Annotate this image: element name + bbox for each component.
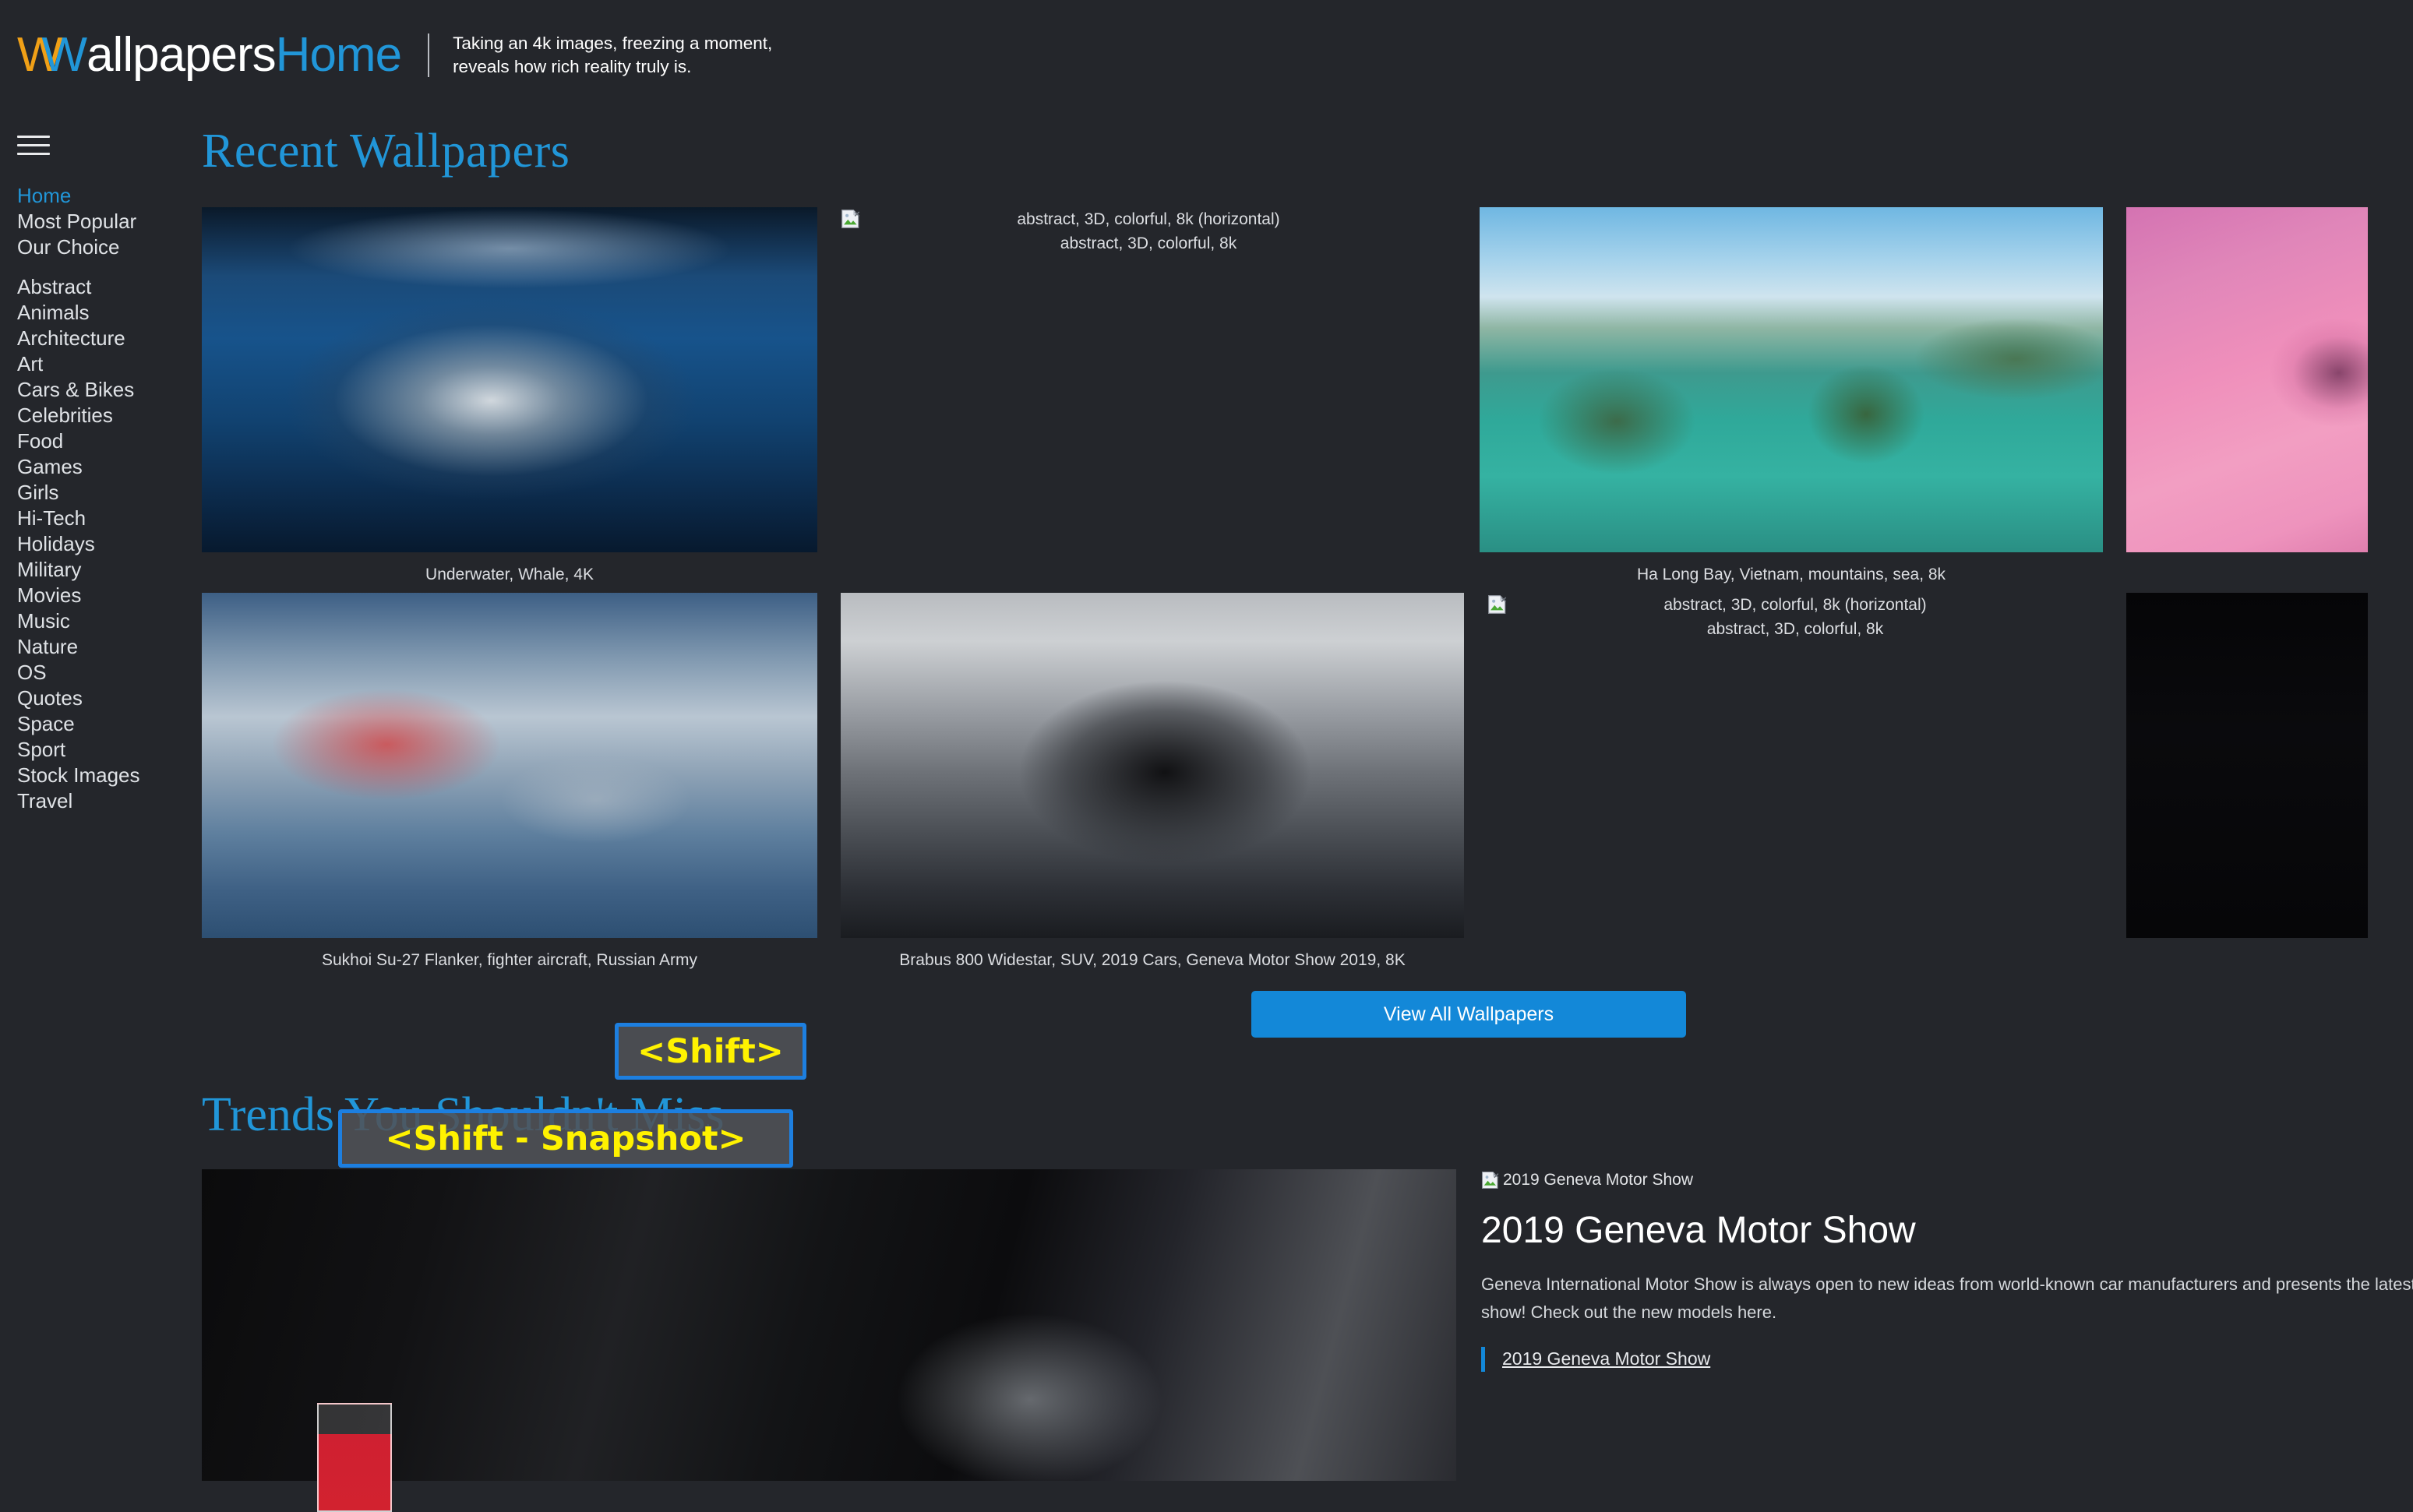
- broken-image-icon: [1488, 595, 1507, 615]
- sidebar-category-nav: Abstract Animals Architecture Art Cars &…: [0, 274, 195, 814]
- shift-key-badge: <Shift>: [615, 1023, 806, 1080]
- page-title: Recent Wallpapers: [202, 125, 570, 178]
- wallpaper-thumbnail-brabus[interactable]: [841, 593, 1464, 939]
- wallpaper-grid-row-2: Sukhoi Su-27 Flanker, fighter aircraft, …: [202, 593, 2413, 972]
- trends-article-alt-text: 2019 Geneva Motor Show: [1503, 1171, 1693, 1190]
- sidebar-item-architecture[interactable]: Architecture: [0, 326, 195, 351]
- trends-article: 2019 Geneva Motor Show 2019 Geneva Motor…: [195, 1169, 2413, 1512]
- trends-article-image[interactable]: [202, 1169, 1456, 1512]
- sidebar-item-cars-bikes[interactable]: Cars & Bikes: [0, 377, 195, 403]
- site-tagline: Taking an 4k images, freezing a moment, …: [453, 32, 772, 78]
- sidebar-item-art[interactable]: Art: [0, 351, 195, 377]
- broken-image-icon: [841, 210, 860, 229]
- wallpaper-caption-halong-bay: Ha Long Bay, Vietnam, mountains, sea, 8k: [1636, 566, 1946, 584]
- view-all-wallpapers-button[interactable]: View All Wallpapers: [1251, 991, 1686, 1038]
- wallpaper-grid: Underwater, Whale, 4K abstract, 3D, colo…: [195, 207, 2413, 972]
- trends-link-accent-bar: [1481, 1346, 1485, 1372]
- sidebar-item-abstract[interactable]: Abstract: [0, 274, 195, 300]
- wallpaper-card-sukhoi[interactable]: Sukhoi Su-27 Flanker, fighter aircraft, …: [202, 593, 817, 972]
- wallpaper-grid-row-1: Underwater, Whale, 4K abstract, 3D, colo…: [202, 207, 2413, 587]
- hamburger-bar-3: [17, 153, 50, 155]
- trends-article-link[interactable]: 2019 Geneva Motor Show: [1502, 1348, 1710, 1369]
- logo-wallpapers-text: allpapers: [86, 28, 277, 82]
- sidebar-item-holidays[interactable]: Holidays: [0, 531, 195, 557]
- wallpaper-thumbnail-halong-bay[interactable]: [1480, 207, 2103, 553]
- wallpaper-card-brabus[interactable]: Brabus 800 Widestar, SUV, 2019 Cars, Gen…: [841, 593, 1464, 972]
- sidebar-item-quotes[interactable]: Quotes: [0, 686, 195, 711]
- sidebar-item-travel[interactable]: Travel: [0, 788, 195, 814]
- logo-divider: [428, 33, 430, 77]
- trends-article-link-row: 2019 Geneva Motor Show: [1481, 1346, 2369, 1372]
- wallpaper-thumbnail-sukhoi[interactable]: [202, 593, 817, 939]
- wallpaper-caption-sukhoi: Sukhoi Su-27 Flanker, fighter aircraft, …: [321, 951, 698, 970]
- sidebar-item-girls[interactable]: Girls: [0, 480, 195, 506]
- sidebar-item-space[interactable]: Space: [0, 711, 195, 737]
- sidebar-item-animals[interactable]: Animals: [0, 300, 195, 326]
- hamburger-bar-2: [17, 144, 50, 146]
- wallpaper-alt-line-2: abstract, 3D, colorful, 8k: [1706, 620, 1884, 639]
- tagline-line-1: Taking an 4k images, freezing a moment,: [453, 33, 773, 54]
- wallpaper-card-abstract-broken-1[interactable]: abstract, 3D, colorful, 8k (horizontal) …: [841, 207, 1456, 256]
- sidebar-item-movies[interactable]: Movies: [0, 583, 195, 608]
- wallpaper-thumbnail-pink-abstract[interactable]: [2126, 207, 2368, 553]
- hamburger-bar-1: [17, 136, 50, 138]
- view-all-row: View All Wallpapers: [195, 991, 2413, 1038]
- sidebar-item-our-choice[interactable]: Our Choice: [0, 234, 195, 260]
- trends-article-alt-row: 2019 Geneva Motor Show: [1481, 1169, 2369, 1191]
- wallpaper-card-abstract-broken-2[interactable]: abstract, 3D, colorful, 8k (horizontal) …: [1487, 593, 2103, 641]
- logo-home-text: Home: [275, 28, 402, 82]
- sidebar-item-food[interactable]: Food: [0, 428, 195, 454]
- sidebar-item-most-popular[interactable]: Most Popular: [0, 209, 195, 234]
- sidebar: Home Most Popular Our Choice Abstract An…: [0, 125, 195, 814]
- tagline-line-2: reveals how rich reality truly is.: [453, 57, 692, 76]
- sidebar-item-games[interactable]: Games: [0, 454, 195, 480]
- trends-article-text: 2019 Geneva Motor Show 2019 Geneva Motor…: [1481, 1169, 2413, 1481]
- sidebar-item-music[interactable]: Music: [0, 608, 195, 634]
- wallpaper-card-black[interactable]: [2126, 593, 2368, 939]
- sidebar-item-sport[interactable]: Sport: [0, 737, 195, 763]
- wallpaper-card-halong-bay[interactable]: Ha Long Bay, Vietnam, mountains, sea, 8k: [1480, 207, 2103, 587]
- sidebar-primary-nav: Home Most Popular Our Choice: [0, 183, 195, 260]
- wallpaper-caption-whale: Underwater, Whale, 4K: [425, 566, 594, 584]
- wallpaper-card-whale[interactable]: Underwater, Whale, 4K: [202, 207, 817, 587]
- main-content: Recent Wallpapers Underwater, Whale, 4K …: [195, 125, 2413, 1512]
- hamburger-menu-icon[interactable]: [17, 125, 50, 166]
- logo-wordmark: WWallpapersHome: [17, 28, 402, 82]
- wallpaper-thumbnail-black[interactable]: [2126, 593, 2368, 939]
- wallpaper-thumbnail-whale[interactable]: [202, 207, 817, 553]
- site-header: WWallpapersHome Taking an 4k images, fre…: [0, 0, 2413, 115]
- wallpaper-caption-brabus: Brabus 800 Widestar, SUV, 2019 Cars, Gen…: [899, 951, 1406, 970]
- sidebar-item-stock-images[interactable]: Stock Images: [0, 763, 195, 788]
- wallpaper-alt-line-1: abstract, 3D, colorful, 8k (horizontal): [1017, 210, 1280, 229]
- sidebar-item-home[interactable]: Home: [0, 183, 195, 209]
- wallpaper-alt-line-1: abstract, 3D, colorful, 8k (horizontal): [1663, 596, 1927, 615]
- wallpaper-alt-line-2: abstract, 3D, colorful, 8k: [1060, 234, 1237, 253]
- sidebar-item-celebrities[interactable]: Celebrities: [0, 403, 195, 428]
- trends-image-red-marker: [317, 1403, 392, 1512]
- sidebar-item-os[interactable]: OS: [0, 660, 195, 686]
- broken-image-icon: [1481, 1172, 1499, 1190]
- sidebar-item-nature[interactable]: Nature: [0, 634, 195, 660]
- trends-article-description: Geneva International Motor Show is alway…: [1481, 1274, 2413, 1322]
- wallpaper-card-pink-abstract[interactable]: [2126, 207, 2368, 553]
- sidebar-item-military[interactable]: Military: [0, 557, 195, 583]
- site-logo[interactable]: WWallpapersHome Taking an 4k images, fre…: [17, 31, 772, 79]
- shift-snapshot-badge: <Shift - Snapshot>: [338, 1109, 793, 1168]
- sidebar-item-hi-tech[interactable]: Hi-Tech: [0, 506, 195, 531]
- logo-w-blue: W: [41, 28, 88, 82]
- trends-article-heading: 2019 Geneva Motor Show: [1481, 1210, 1916, 1252]
